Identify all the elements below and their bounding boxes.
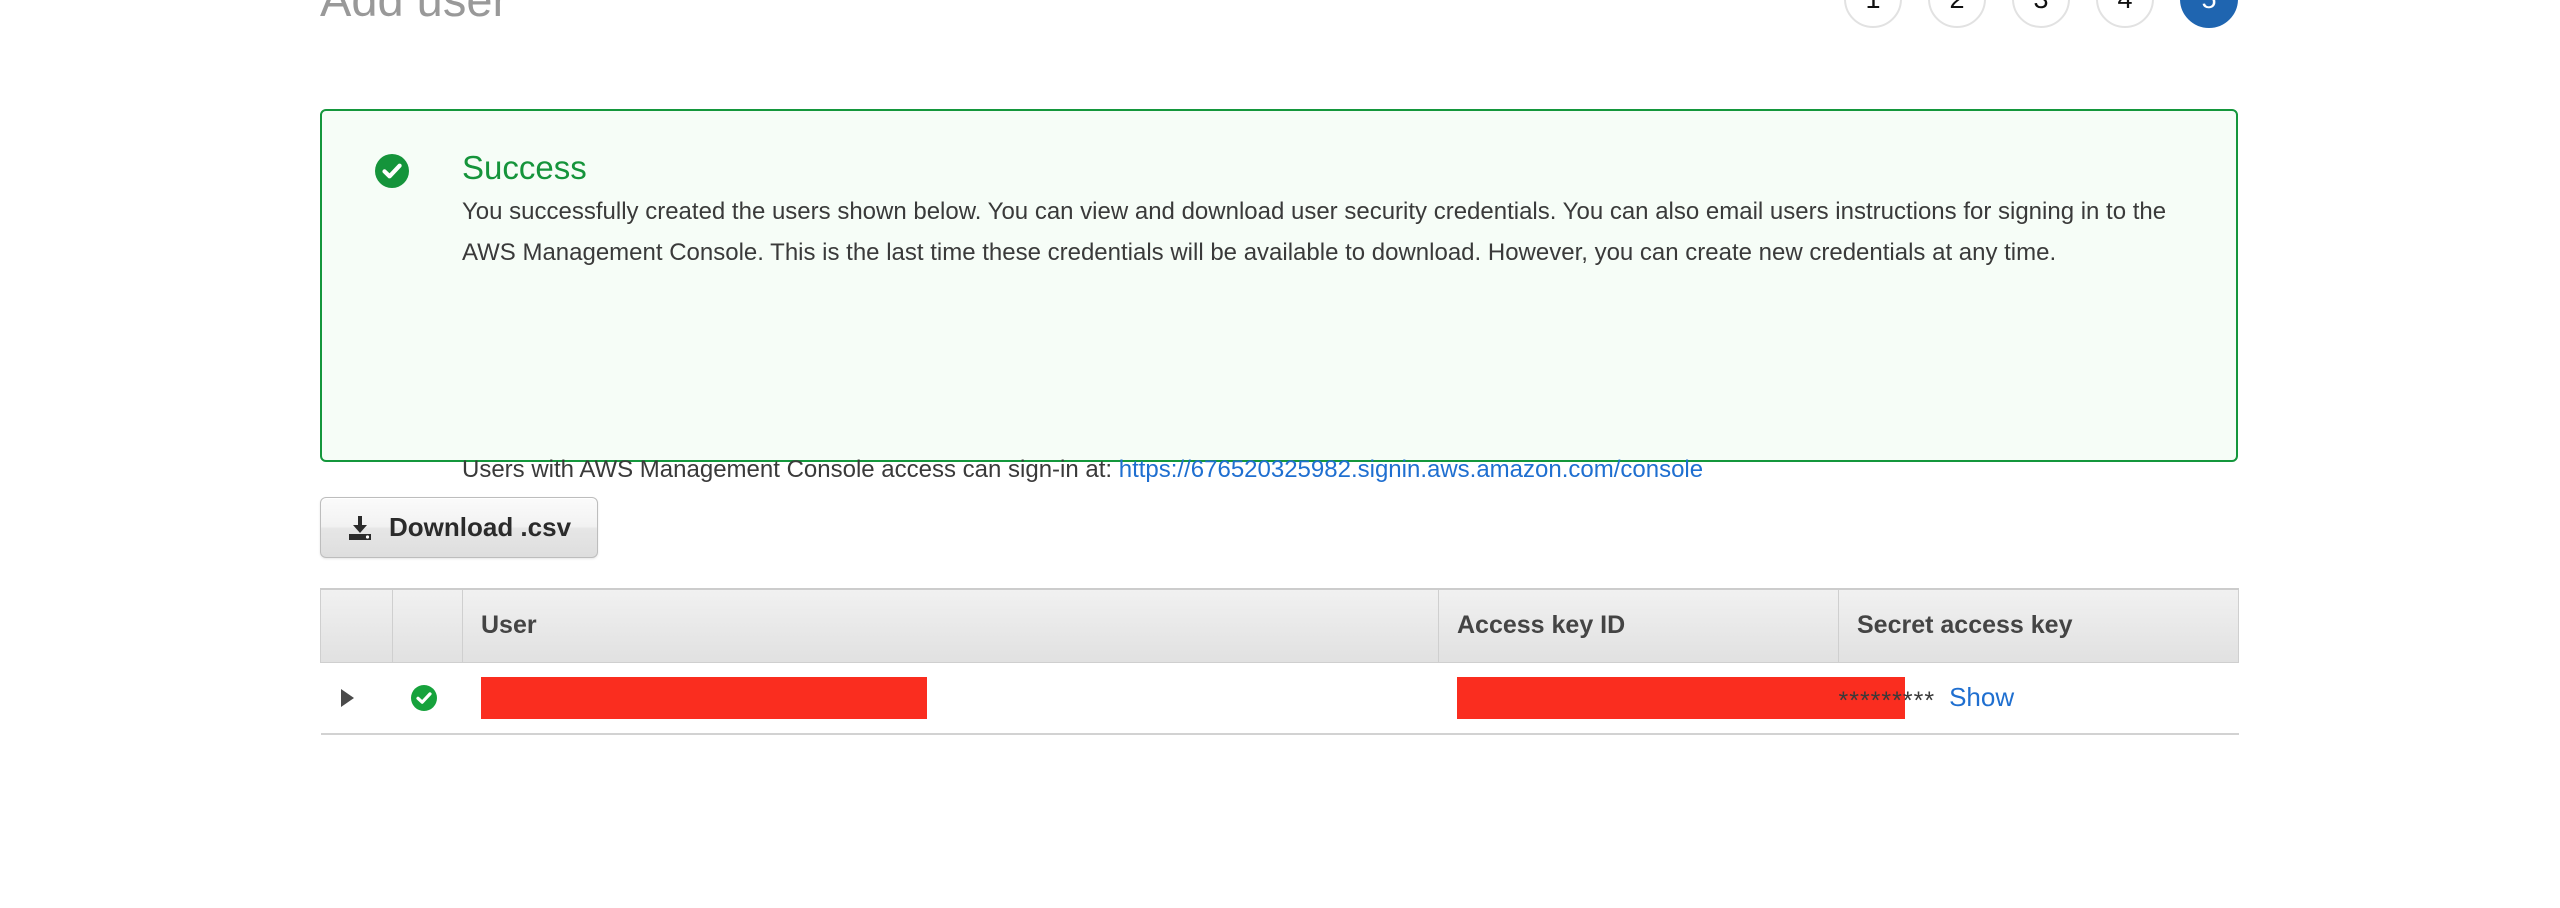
column-header-secret-access-key: Secret access key <box>1838 588 2239 663</box>
check-circle-icon <box>410 684 437 711</box>
show-secret-link[interactable]: Show <box>1949 682 2014 713</box>
signin-prefix-label: Users with AWS Management Console access… <box>462 456 1119 483</box>
signin-url-link[interactable]: https://676520325982.signin.aws.amazon.c… <box>1119 456 1703 483</box>
check-circle-icon <box>375 154 409 188</box>
column-header-access-key-id: Access key ID <box>1438 588 1839 663</box>
caret-right-icon[interactable] <box>340 688 354 707</box>
row-user-cell <box>462 662 1439 735</box>
column-header-status <box>392 588 463 663</box>
success-banner: Success You successfully created the use… <box>320 109 2238 483</box>
row-access-key-id-cell <box>1438 662 1905 735</box>
wizard-step-indicator: 1 2 3 4 5 <box>1844 0 2238 28</box>
row-secret-access-key-cell: ********* Show <box>1838 662 2239 735</box>
row-status-cell <box>392 662 463 735</box>
table-header: User Access key ID Secret access key <box>320 588 2239 663</box>
success-heading: Success <box>462 149 587 186</box>
wizard-step-4[interactable]: 4 <box>2096 0 2154 28</box>
page-title: Add user <box>320 0 508 38</box>
credentials-table: User Access key ID Secret access key ***… <box>320 588 2239 735</box>
page-header: Add user 1 2 3 4 5 <box>0 0 2560 38</box>
wizard-step-5-label: 5 <box>2201 0 2216 15</box>
wizard-step-4-label: 4 <box>2117 0 2132 15</box>
download-csv-button[interactable]: Download .csv <box>320 497 599 558</box>
signin-line: Users with AWS Management Console access… <box>462 453 1703 487</box>
wizard-step-5[interactable]: 5 <box>2180 0 2238 28</box>
table-row: ********* Show <box>320 662 2239 735</box>
row-expand-cell <box>320 662 393 735</box>
table-header-row: User Access key ID Secret access key <box>320 588 2239 663</box>
column-header-expand <box>320 588 393 663</box>
table-body: ********* Show <box>320 662 2239 735</box>
user-redaction-bar <box>480 676 927 719</box>
wizard-step-3[interactable]: 3 <box>2012 0 2070 28</box>
wizard-step-2[interactable]: 2 <box>1928 0 1986 28</box>
wizard-step-1-label: 1 <box>1865 0 1880 15</box>
wizard-step-2-label: 2 <box>1949 0 1964 15</box>
wizard-step-1[interactable]: 1 <box>1844 0 1902 28</box>
secret-mask-text: ********* <box>1838 687 1936 716</box>
success-body-text: You successfully created the users shown… <box>462 198 2167 266</box>
wizard-step-3-label: 3 <box>2033 0 2048 15</box>
download-csv-label: Download .csv <box>389 512 572 542</box>
column-header-user: User <box>462 588 1439 663</box>
access-key-redaction-bar <box>1456 676 1905 719</box>
download-icon <box>347 515 373 541</box>
